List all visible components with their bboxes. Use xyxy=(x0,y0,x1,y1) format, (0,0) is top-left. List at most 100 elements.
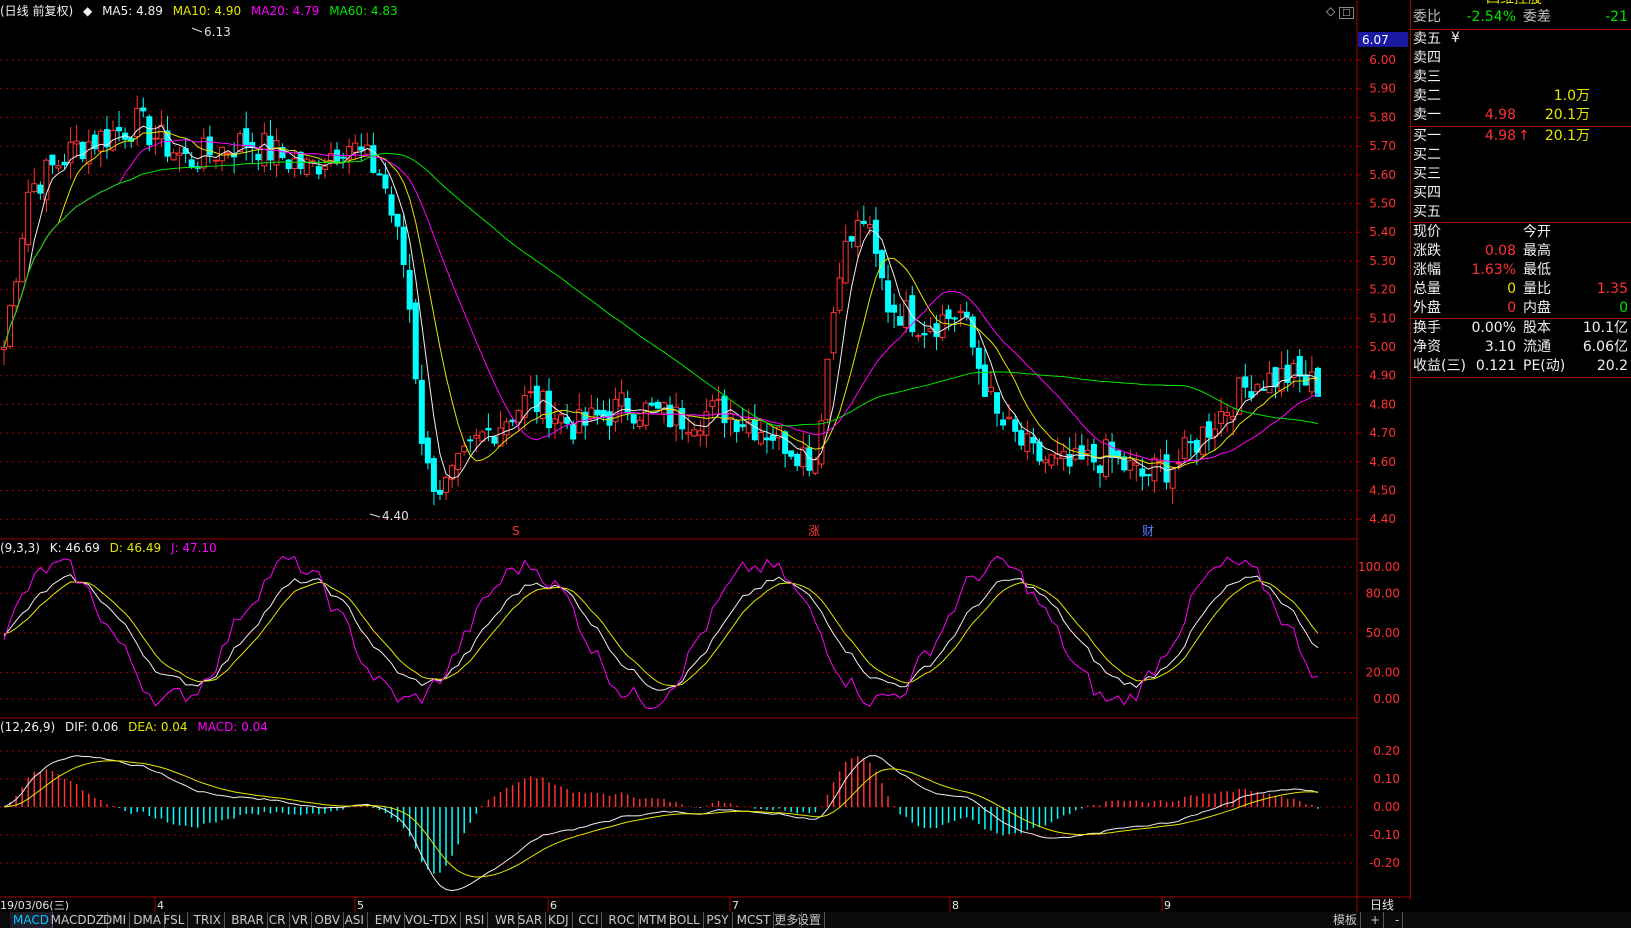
diamond-icon[interactable]: ◇ xyxy=(1326,4,1335,18)
candle-body xyxy=(315,166,322,175)
candlestick xyxy=(558,411,565,435)
candlestick xyxy=(497,410,504,447)
low-label: 4.40 xyxy=(382,509,409,523)
tab-rsi[interactable]: RSI xyxy=(462,912,489,928)
candlestick xyxy=(1181,429,1188,463)
price-tick-label: 4.40 xyxy=(1369,512,1396,526)
tab-mcst[interactable]: MCST xyxy=(734,912,775,928)
candlestick xyxy=(19,232,26,283)
buy-level-5[interactable]: 买五 xyxy=(1411,203,1631,222)
candlestick xyxy=(1006,404,1013,421)
stat-row[interactable]: 总量 0 量比 1.35 xyxy=(1411,280,1631,299)
tab-brar[interactable]: BRAR xyxy=(228,912,268,928)
candle-body xyxy=(715,398,722,401)
candlestick xyxy=(164,115,171,163)
candlestick xyxy=(1169,466,1176,505)
tab-emv[interactable]: EMV xyxy=(372,912,405,928)
tab-boll[interactable]: BOLL xyxy=(666,912,704,928)
window-icon[interactable]: □ xyxy=(1339,7,1354,19)
buy-level-2[interactable]: 买二 xyxy=(1411,146,1631,165)
tab-trix[interactable]: TRIX xyxy=(191,912,226,928)
candlestick xyxy=(885,264,892,323)
month-label: 9 xyxy=(1164,899,1171,912)
tab-sar[interactable]: SAR xyxy=(515,912,547,928)
kdj-j-label: J: 47.10 xyxy=(170,541,217,555)
add-icon[interactable]: + xyxy=(1367,912,1385,928)
candle-body xyxy=(957,310,964,314)
stat-row[interactable]: 净资 3.10 流通 6.06亿 xyxy=(1411,338,1631,357)
candle-body xyxy=(1296,356,1303,377)
tab-obv[interactable]: OBV xyxy=(311,912,344,928)
candlestick xyxy=(1048,454,1055,469)
tab-dmi[interactable]: DMI xyxy=(100,912,131,928)
sell-level-3[interactable]: 卖三 xyxy=(1411,68,1631,87)
candle-body xyxy=(49,154,56,166)
candle-body xyxy=(1272,367,1279,388)
candle-body xyxy=(897,316,904,326)
candlestick xyxy=(1187,434,1194,458)
candle-body xyxy=(648,402,655,406)
tab-macddz[interactable]: MACDDZ xyxy=(48,912,109,928)
candlestick xyxy=(757,418,764,447)
stat-row[interactable]: 现价 今开 xyxy=(1411,223,1631,242)
tab-template[interactable]: 模板 xyxy=(1330,912,1362,928)
stat-row[interactable]: 换手 0.00% 股本 10.1亿 xyxy=(1411,319,1631,338)
candlestick xyxy=(824,358,831,424)
candlestick xyxy=(1060,443,1067,471)
buy-level-4[interactable]: 买四 xyxy=(1411,184,1631,203)
candlestick xyxy=(303,156,310,178)
candle-body xyxy=(370,145,377,173)
candlestick xyxy=(642,400,649,431)
gear-icon[interactable]: ◆ xyxy=(83,4,92,18)
sell-level-1[interactable]: 卖一 4.98 20.1万 xyxy=(1411,106,1631,125)
month-label: 5 xyxy=(357,899,364,912)
tab-fsl[interactable]: FSL xyxy=(160,912,189,928)
candlestick xyxy=(231,142,238,174)
candle-body xyxy=(394,213,401,227)
tab-kdj[interactable]: KDJ xyxy=(545,912,573,928)
candle-body xyxy=(55,165,62,169)
candle-body xyxy=(412,302,419,380)
tab-vr[interactable]: VR xyxy=(289,912,313,928)
buy-level-3[interactable]: 买三 xyxy=(1411,165,1631,184)
tab-macd[interactable]: MACD xyxy=(10,912,53,928)
candle-body xyxy=(291,158,298,170)
stat-row[interactable]: 涨跌 0.08 最高 xyxy=(1411,242,1631,261)
candle-body xyxy=(212,159,219,162)
candlestick xyxy=(1290,359,1297,388)
candlestick xyxy=(987,370,994,395)
chart-title[interactable]: (日线 前复权) xyxy=(0,4,73,18)
sell-level-5[interactable]: 卖五 xyxy=(1411,30,1631,49)
tab-cci[interactable]: CCI xyxy=(575,912,603,928)
tab-设置[interactable]: 设置 xyxy=(794,912,826,928)
price-tick-label: 5.90 xyxy=(1369,82,1396,96)
candlestick xyxy=(769,427,776,450)
candlestick xyxy=(31,168,38,194)
candle-body xyxy=(1084,449,1091,455)
candlestick xyxy=(733,418,740,443)
candle-body xyxy=(309,160,316,163)
candle-body xyxy=(1,346,7,351)
sell-level-2[interactable]: 卖二 1.0万 xyxy=(1411,87,1631,106)
remove-icon[interactable]: - xyxy=(1392,912,1404,928)
chart-canvas[interactable]: 6.00 5.90 5.80 5.70 5.60 5.50 5.40 5.30 5.20 5.10… xyxy=(0,0,1410,912)
candle-body xyxy=(848,236,855,242)
stat-row[interactable]: 涨幅 1.63% 最低 xyxy=(1411,261,1631,280)
candle-body xyxy=(951,317,958,320)
candle-body xyxy=(200,137,207,169)
candlestick xyxy=(600,400,607,422)
candle-body xyxy=(885,280,892,313)
tab-psy[interactable]: PSY xyxy=(703,912,733,928)
stat-row[interactable]: 外盘 0 内盘 0 xyxy=(1411,299,1631,318)
kdj-d-label: D: 46.49 xyxy=(109,541,162,555)
event-marker: 涨 xyxy=(808,523,820,538)
candlestick xyxy=(1314,366,1321,397)
tab-cr[interactable]: CR xyxy=(266,912,290,928)
tab-roc[interactable]: ROC xyxy=(605,912,639,928)
candle-body xyxy=(1096,465,1103,474)
high-marker xyxy=(191,27,203,33)
tab-asi[interactable]: ASI xyxy=(342,912,368,928)
stat-row[interactable]: 收益(三) 0.121 PE(动) 20.2 xyxy=(1411,357,1631,376)
sell-level-4[interactable]: 卖四 xyxy=(1411,49,1631,68)
tab-vol-tdx[interactable]: VOL-TDX xyxy=(402,912,461,928)
